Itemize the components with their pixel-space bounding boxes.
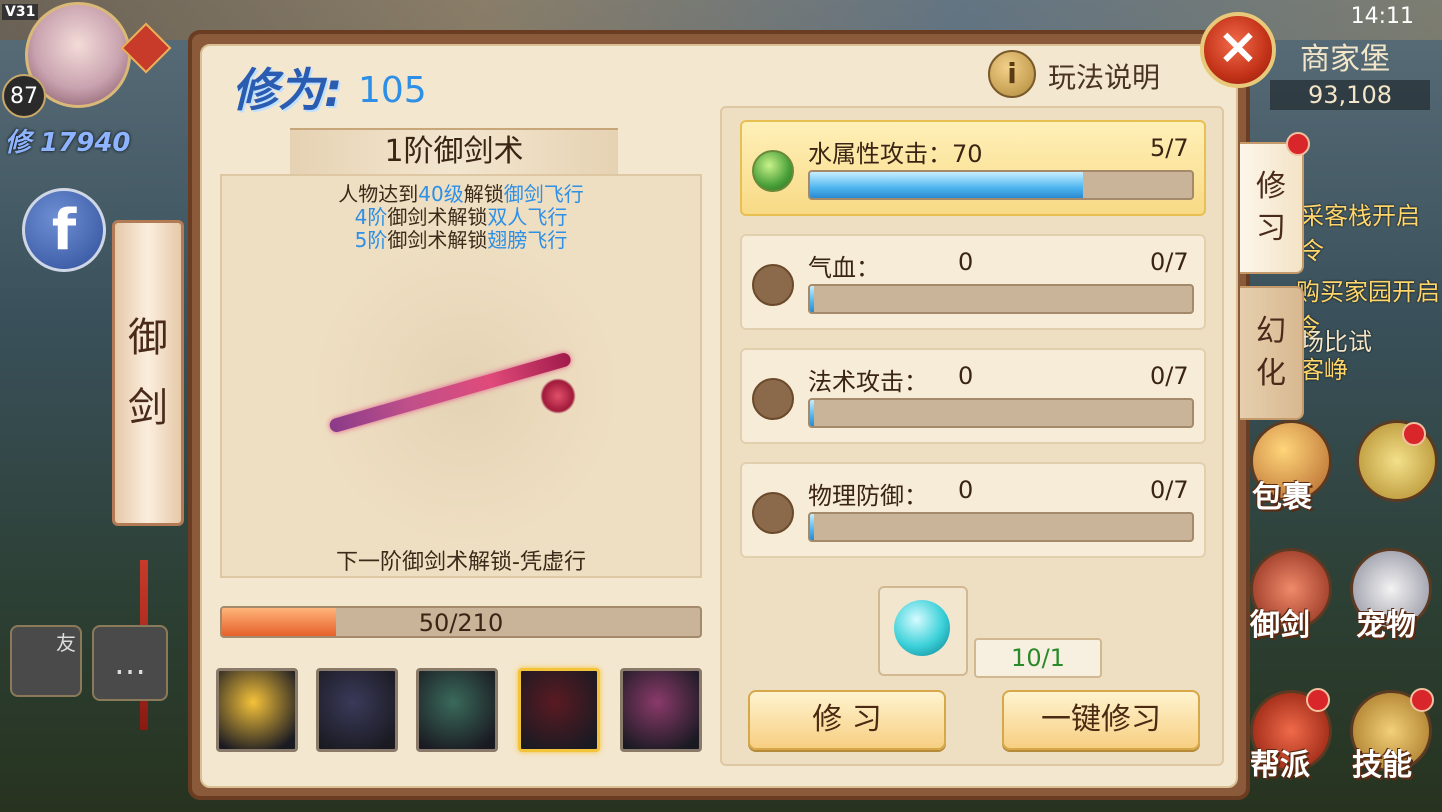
skill-swords-icon[interactable]: [316, 668, 398, 752]
quest-line[interactable]: 客峥: [1300, 350, 1348, 385]
study-button[interactable]: 修 习: [748, 690, 946, 750]
tab-transform-char: 化: [1256, 356, 1286, 391]
sword-petals: [540, 378, 576, 414]
info-icon[interactable]: i: [988, 50, 1036, 98]
location-name: 商家堡: [1300, 42, 1390, 77]
skill-wing-icon[interactable]: [216, 668, 298, 752]
player-power: 修 17940: [5, 128, 131, 158]
orb-count: 10/1: [974, 638, 1102, 678]
clock: 14:11: [1350, 4, 1414, 29]
sword-level-title: 1阶御剑术: [290, 128, 618, 176]
exp-text: 50/210: [418, 609, 504, 637]
tab-study-char: 习: [1256, 211, 1286, 246]
chat-icon[interactable]: …: [92, 625, 168, 701]
attribute-value: 0: [958, 248, 974, 276]
quest-line[interactable]: 采客栈开启令: [1300, 196, 1442, 266]
skills-label: 技能: [1352, 748, 1412, 783]
attribute-progress: 5/7: [1150, 134, 1189, 162]
next-unlock-text: 下一阶御剑术解锁-凭虚行: [336, 550, 586, 575]
tab-transform[interactable]: 幻 化: [1240, 286, 1304, 420]
notification-dot: [1410, 688, 1434, 712]
tab-study[interactable]: 修 习: [1240, 142, 1304, 274]
notification-dot: [1286, 132, 1310, 156]
help-link[interactable]: 玩法说明: [1048, 56, 1160, 96]
tab-study-char: 修: [1256, 169, 1286, 204]
guild-label: 帮派: [1250, 748, 1310, 783]
version-label: V31: [2, 4, 39, 20]
skill-fighter-icon[interactable]: [416, 668, 498, 752]
skill-rose-icon[interactable]: [620, 668, 702, 752]
sword-tag-char: 御: [128, 315, 168, 361]
friend-button[interactable]: 友: [10, 625, 82, 697]
attribute-bar-fill: [810, 172, 1083, 198]
attribute-bar: [808, 398, 1194, 428]
sword-tag-char: 剑: [128, 385, 168, 431]
attribute-gem-icon: [752, 150, 794, 192]
attribute-progress: 0/7: [1150, 248, 1189, 276]
player-level-badge: 87: [2, 74, 46, 118]
cultivation-orb-icon: [894, 600, 950, 656]
attribute-bar-fill: [810, 400, 814, 426]
attribute-progress: 0/7: [1150, 476, 1189, 504]
pet-label: 宠物: [1356, 608, 1416, 643]
attribute-value: 0: [958, 362, 974, 390]
attribute-bar-fill: [810, 286, 814, 312]
sword-flight-tag[interactable]: 御 剑: [112, 220, 184, 526]
skill-blade-icon[interactable]: [518, 668, 600, 752]
attribute-value: 0: [958, 476, 974, 504]
attribute-gem-icon: [752, 264, 794, 306]
attribute-name: 物理防御：: [808, 482, 928, 510]
tab-transform-char: 幻: [1256, 314, 1286, 349]
attribute-bar: [808, 170, 1194, 200]
attribute-gem-icon: [752, 492, 794, 534]
facebook-icon[interactable]: f: [22, 188, 106, 272]
attribute-gem-icon: [752, 378, 794, 420]
attribute-progress: 0/7: [1150, 362, 1189, 390]
attribute-name: 气血：: [808, 254, 880, 282]
money-display: 93,108: [1270, 80, 1430, 110]
notification-dot: [1402, 422, 1426, 446]
attribute-bar: [808, 512, 1194, 542]
notification-dot: [1306, 688, 1330, 712]
bag-label: 包裹: [1252, 480, 1312, 515]
sword-flight-label: 御剑: [1250, 608, 1310, 643]
attribute-bar: [808, 284, 1194, 314]
attribute-name: 水属性攻击：70: [808, 140, 983, 168]
one-click-study-button[interactable]: 一键修习: [1002, 690, 1200, 750]
close-button[interactable]: ×: [1200, 12, 1276, 88]
cultivation-label: 修为:: [232, 63, 343, 117]
attribute-bar-fill: [810, 514, 814, 540]
attribute-name: 法术攻击：: [808, 368, 928, 396]
cultivation-value: 105: [358, 70, 427, 111]
